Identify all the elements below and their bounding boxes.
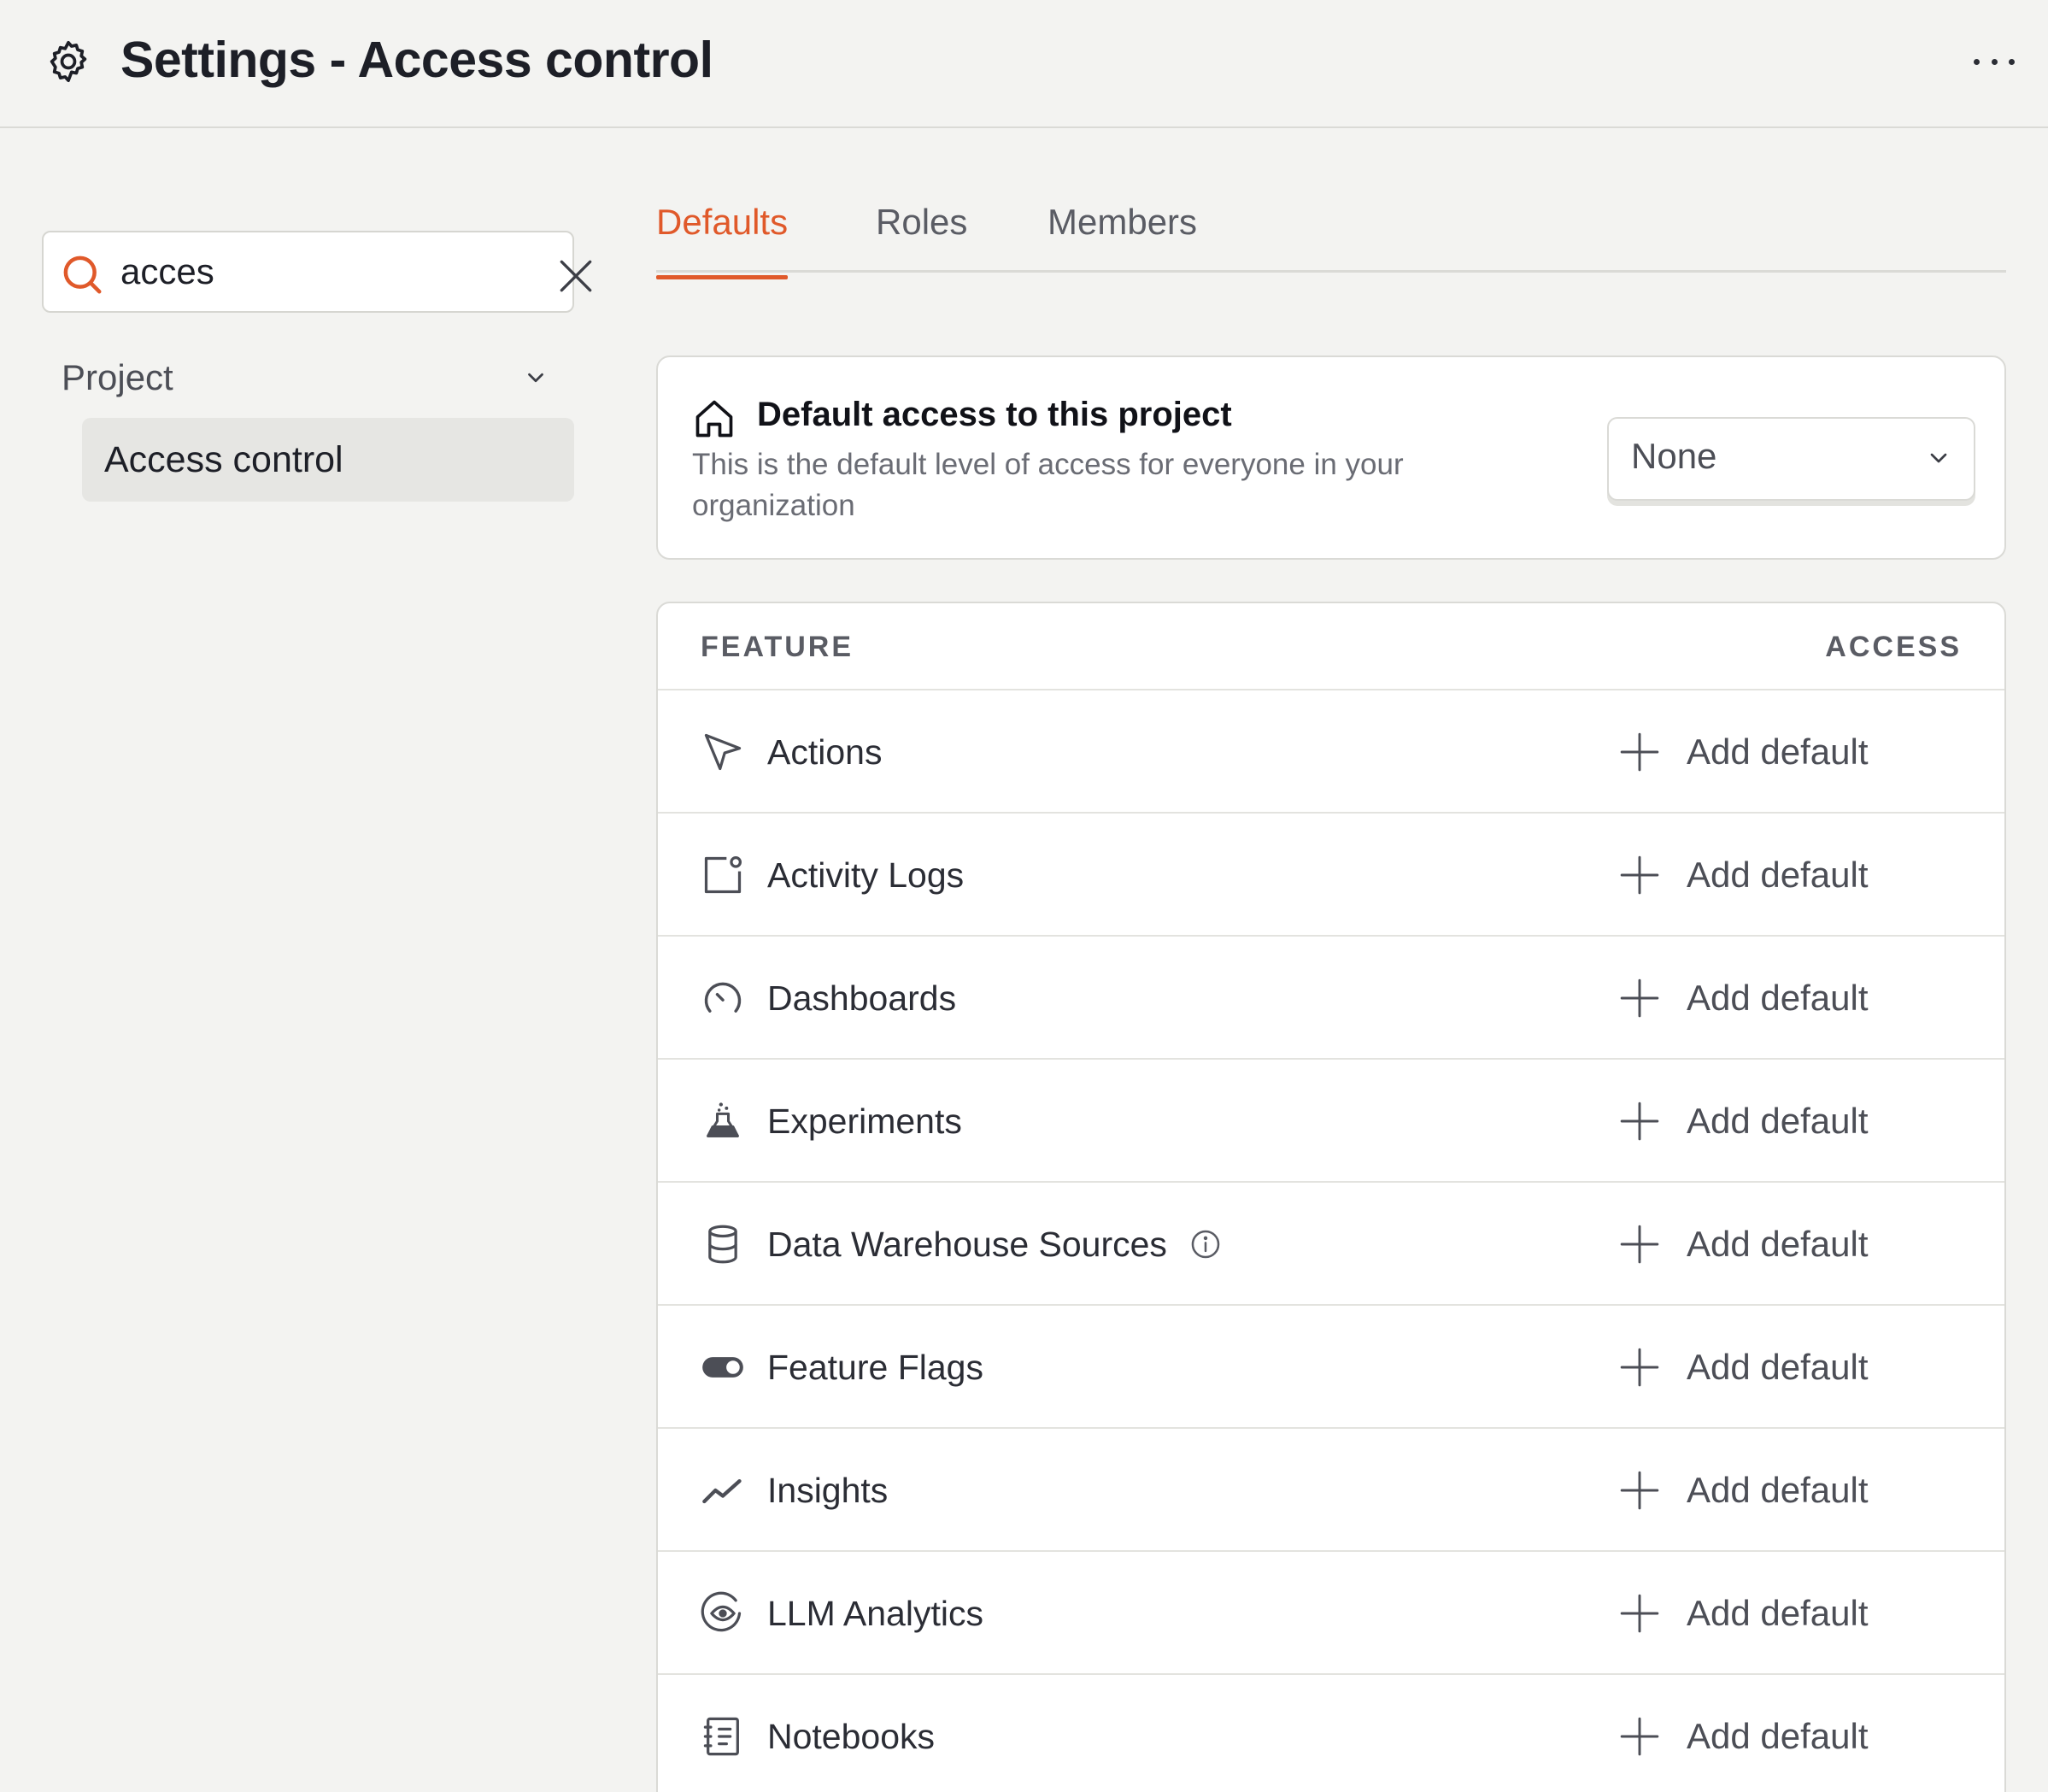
add-default-label: Add default bbox=[1687, 1101, 1869, 1141]
column-header-feature: FEATURE bbox=[701, 631, 854, 663]
default-access-title: Default access to this project bbox=[757, 396, 1232, 433]
more-horizontal-icon bbox=[1974, 58, 1980, 65]
flask-icon bbox=[707, 1102, 739, 1137]
feature-name: Data Warehouse Sources bbox=[767, 1222, 1222, 1266]
sidebar-item-access-control[interactable]: Access control bbox=[82, 418, 574, 502]
table-row: LLM Analytics Add default bbox=[658, 1552, 2004, 1675]
select-value: None bbox=[1631, 436, 1717, 476]
feature-name: Experiments bbox=[767, 1102, 962, 1141]
table-header: FEATURE ACCESS bbox=[658, 603, 2004, 690]
tab-roles[interactable]: Roles bbox=[876, 197, 967, 248]
page-header: Settings - Access control bbox=[0, 0, 2048, 128]
notebook-icon bbox=[703, 1717, 739, 1756]
plus-icon bbox=[1620, 1225, 1659, 1264]
add-default-label: Add default bbox=[1687, 978, 1869, 1018]
feature-name: Insights bbox=[767, 1471, 889, 1510]
tab-members[interactable]: Members bbox=[1047, 197, 1197, 248]
add-default-label: Add default bbox=[1687, 1593, 1869, 1633]
trend-line-icon bbox=[702, 1479, 742, 1504]
sidebar-group-project[interactable]: Project bbox=[62, 349, 555, 407]
tab-bar: Defaults Roles Members bbox=[656, 179, 2006, 279]
tab-divider bbox=[656, 270, 2006, 273]
sidebar-group-label: Project bbox=[62, 357, 173, 397]
cursor-pointer-icon bbox=[704, 733, 742, 771]
plus-icon bbox=[1620, 1717, 1659, 1756]
chevron-down-icon bbox=[1930, 453, 1947, 463]
add-default-button[interactable]: Add default bbox=[1618, 1584, 1869, 1642]
tab-defaults[interactable]: Defaults bbox=[656, 197, 789, 279]
table-row: Feature Flags Add default bbox=[658, 1306, 2004, 1429]
add-default-label: Add default bbox=[1687, 1470, 1869, 1510]
feature-name: Dashboards bbox=[767, 978, 957, 1018]
gauge-icon bbox=[704, 982, 742, 1013]
plus-icon bbox=[1620, 978, 1659, 1018]
add-default-label: Add default bbox=[1687, 1347, 1869, 1387]
database-icon bbox=[708, 1225, 737, 1264]
home-icon bbox=[695, 400, 733, 438]
info-icon[interactable] bbox=[1189, 1228, 1222, 1260]
feature-access-table: FEATURE ACCESS Actions Add default Activ… bbox=[656, 602, 2006, 1792]
add-default-button[interactable]: Add default bbox=[1618, 1461, 1869, 1519]
add-default-button[interactable]: Add default bbox=[1618, 846, 1869, 904]
feature-name: Feature Flags bbox=[767, 1348, 983, 1387]
table-row: Experiments Add default bbox=[658, 1060, 2004, 1183]
column-header-access: ACCESS bbox=[1825, 631, 1962, 663]
table-row: Notebooks Add default bbox=[658, 1675, 2004, 1792]
more-options-button[interactable] bbox=[1970, 43, 2018, 80]
settings-search bbox=[42, 231, 592, 313]
add-default-label: Add default bbox=[1687, 1224, 1869, 1264]
add-default-button[interactable]: Add default bbox=[1618, 1092, 1869, 1150]
add-default-label: Add default bbox=[1687, 855, 1869, 895]
add-default-button[interactable]: Add default bbox=[1618, 969, 1869, 1027]
table-row: Data Warehouse Sources Add default bbox=[658, 1183, 2004, 1306]
default-access-description: This is the default level of access for … bbox=[692, 448, 1404, 522]
table-row: Dashboards Add default bbox=[658, 937, 2004, 1060]
feature-name-text: Data Warehouse Sources bbox=[767, 1225, 1167, 1264]
table-row: Activity Logs Add default bbox=[658, 814, 2004, 937]
plus-icon bbox=[1620, 1471, 1659, 1510]
search-input[interactable] bbox=[120, 244, 531, 299]
toggle-icon bbox=[702, 1357, 743, 1378]
plus-icon bbox=[1620, 1594, 1659, 1633]
plus-icon bbox=[1620, 855, 1659, 895]
default-access-select[interactable]: None bbox=[1607, 417, 1975, 501]
add-default-button[interactable]: Add default bbox=[1618, 1215, 1869, 1273]
table-row: Insights Add default bbox=[658, 1429, 2004, 1552]
activity-log-icon bbox=[704, 856, 742, 894]
feature-name: Notebooks bbox=[767, 1717, 936, 1756]
add-default-label: Add default bbox=[1687, 731, 1869, 772]
chevron-down-icon bbox=[528, 373, 543, 383]
feature-name: Activity Logs bbox=[767, 855, 965, 895]
plus-icon bbox=[1620, 1102, 1659, 1141]
add-default-label: Add default bbox=[1687, 1716, 1869, 1756]
add-default-button[interactable]: Add default bbox=[1618, 1707, 1869, 1766]
plus-icon bbox=[1620, 732, 1659, 772]
gear-icon bbox=[50, 40, 87, 83]
feature-name: LLM Analytics bbox=[767, 1594, 983, 1633]
page-title: Settings - Access control bbox=[120, 32, 713, 88]
feature-name: Actions bbox=[767, 732, 883, 772]
search-icon bbox=[63, 256, 102, 294]
add-default-button[interactable]: Add default bbox=[1618, 1338, 1869, 1396]
plus-icon bbox=[1620, 1348, 1659, 1387]
add-default-button[interactable]: Add default bbox=[1618, 723, 1869, 781]
close-icon[interactable] bbox=[555, 255, 597, 297]
default-access-card: Default access to this project This is t… bbox=[656, 355, 2006, 560]
table-row: Actions Add default bbox=[658, 690, 2004, 814]
ai-eye-icon bbox=[701, 1591, 742, 1632]
